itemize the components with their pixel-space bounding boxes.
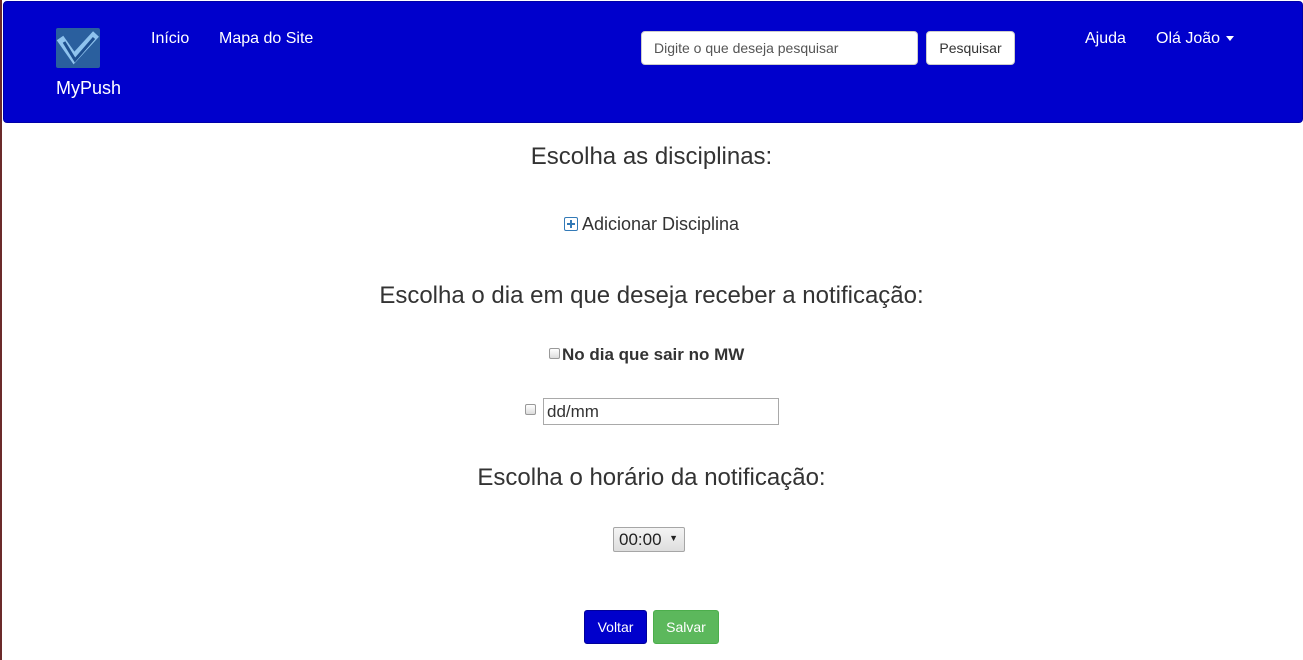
time-select-value: 00:00 [619, 530, 662, 549]
plus-square-icon [564, 217, 578, 231]
time-select[interactable]: 00:00 ▼ [613, 527, 685, 552]
user-menu-dropdown[interactable]: Olá João [1156, 30, 1235, 48]
brand-name: MyPush [56, 78, 122, 98]
top-navbar: MyPush Início Mapa do Site Pesquisar Aju… [3, 1, 1303, 123]
brand-link[interactable]: MyPush [56, 26, 136, 106]
user-menu-label: Olá João [1156, 30, 1221, 47]
time-heading: Escolha o horário da notificação: [477, 464, 826, 491]
search-input[interactable] [641, 31, 918, 65]
nav-help-link[interactable]: Ajuda [1085, 30, 1126, 48]
add-discipline-label: Adicionar Disciplina [582, 214, 740, 234]
back-button[interactable]: Voltar [584, 610, 647, 644]
save-button[interactable]: Salvar [653, 610, 719, 644]
mypush-check-logo-icon [56, 28, 100, 68]
date-input[interactable] [543, 398, 779, 425]
add-discipline-link[interactable]: Adicionar Disciplina [564, 214, 739, 235]
caret-down-icon [1226, 36, 1235, 42]
mw-day-label: No dia que sair no MW [562, 345, 745, 364]
dropdown-arrow-icon: ▼ [669, 533, 678, 543]
search-button[interactable]: Pesquisar [926, 31, 1015, 65]
nav-home-link[interactable]: Início [151, 30, 189, 48]
window-edge [0, 0, 2, 660]
mw-day-checkbox[interactable] [549, 348, 560, 359]
custom-date-checkbox[interactable] [525, 404, 536, 415]
disciplines-heading: Escolha as disciplinas: [530, 143, 773, 170]
nav-sitemap-link[interactable]: Mapa do Site [219, 30, 313, 48]
day-heading: Escolha o dia em que deseja receber a no… [379, 282, 924, 309]
